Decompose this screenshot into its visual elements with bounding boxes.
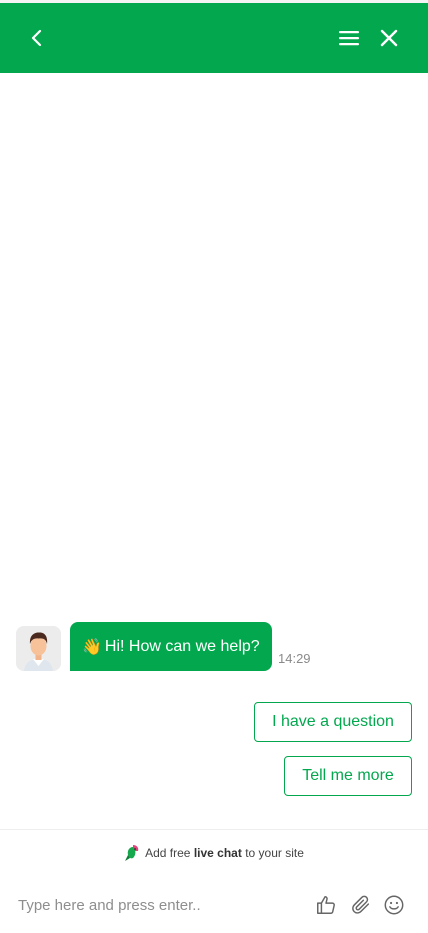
smiley-icon xyxy=(384,895,404,915)
agent-message-bubble: 👋 Hi! How can we help? xyxy=(70,622,272,671)
quick-reply-tell-more[interactable]: Tell me more xyxy=(284,756,412,796)
agent-avatar-icon xyxy=(16,626,61,671)
close-button[interactable] xyxy=(371,20,407,56)
hamburger-menu-icon xyxy=(339,31,359,46)
close-icon xyxy=(380,29,398,47)
paperclip-icon xyxy=(352,895,370,914)
waving-hand-icon: 👋 xyxy=(82,638,102,656)
promo-link[interactable]: Add free live chat to your site xyxy=(0,843,428,863)
promo-suffix: to your site xyxy=(245,846,304,860)
attach-button[interactable] xyxy=(349,893,373,917)
message-input[interactable] xyxy=(18,893,298,917)
chevron-left-icon xyxy=(31,29,42,47)
message-text: Hi! How can we help? xyxy=(104,637,260,655)
divider xyxy=(0,829,428,830)
chat-widget: 👋 Hi! How can we help? 14:29 I have a qu… xyxy=(0,0,428,933)
like-button[interactable] xyxy=(314,893,338,917)
promo-bold: live chat xyxy=(193,846,242,860)
parrot-logo-icon xyxy=(125,845,139,861)
thumbs-up-icon xyxy=(317,896,335,914)
quick-reply-question[interactable]: I have a question xyxy=(254,702,412,742)
promo-prefix: Add free xyxy=(145,846,191,860)
back-button[interactable] xyxy=(19,20,55,56)
chat-header xyxy=(0,3,428,73)
message-composer xyxy=(0,880,428,930)
message-timestamp: 14:29 xyxy=(278,651,311,666)
menu-button[interactable] xyxy=(331,20,367,56)
agent-avatar xyxy=(16,626,61,671)
emoji-button[interactable] xyxy=(382,893,406,917)
